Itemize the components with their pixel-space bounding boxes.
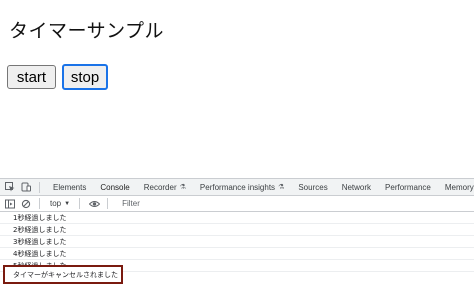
context-selector-label: top	[50, 199, 62, 208]
context-selector[interactable]: top ▼	[46, 199, 74, 208]
console-messages: 1秒経過しました2秒経過しました3秒経過しました4秒経過しました5秒経過しました	[0, 212, 474, 272]
tab-label: Performance insights	[199, 182, 276, 192]
tab-performance-insights[interactable]: Performance insights ⚗	[193, 179, 291, 195]
console-log-row: 2秒経過しました	[0, 224, 474, 236]
inspect-element-icon[interactable]	[2, 179, 18, 195]
tab-label: Elements	[53, 182, 87, 192]
console-log-row: 1秒経過しました	[0, 212, 474, 224]
console-log-row: 4秒経過しました	[0, 248, 474, 260]
console-toolbar: top ▼ Filter	[0, 196, 474, 212]
toolbar-divider	[39, 181, 40, 193]
stop-button[interactable]: stop	[62, 64, 108, 90]
start-button[interactable]: start	[7, 65, 56, 89]
tab-recorder[interactable]: Recorder ⚗	[137, 179, 193, 195]
tab-label: Recorder	[143, 182, 177, 192]
tab-sources[interactable]: Sources	[291, 179, 334, 195]
sidebar-toggle-icon[interactable]	[2, 196, 18, 212]
tab-label: Memory	[444, 182, 474, 192]
tab-label: Performance	[385, 182, 431, 192]
filter-input[interactable]: Filter	[118, 197, 474, 211]
eye-icon[interactable]	[86, 196, 102, 212]
tab-label: Console	[100, 182, 130, 192]
device-toolbar-icon[interactable]	[18, 179, 34, 195]
page-title: タイマーサンプル	[9, 20, 165, 42]
toolbar-divider	[39, 198, 40, 209]
tab-elements[interactable]: Elements	[46, 179, 93, 195]
tab-network[interactable]: Network	[335, 179, 378, 195]
chevron-down-icon: ▼	[64, 200, 71, 207]
tab-performance[interactable]: Performance	[378, 179, 438, 195]
tab-console[interactable]: Console	[93, 179, 138, 195]
toolbar-divider	[79, 198, 81, 209]
cancel-message: タイマーがキャンセルされました	[3, 265, 123, 284]
clear-console-icon[interactable]	[18, 196, 34, 212]
console-log-row: 3秒経過しました	[0, 236, 474, 248]
experiment-icon: ⚗	[179, 184, 186, 191]
devtools-tabs: Elements Console Recorder ⚗ Performance insi…	[46, 179, 474, 195]
tab-memory[interactable]: Memory	[438, 179, 474, 195]
tab-label: Sources	[298, 182, 328, 192]
tab-label: Network	[341, 182, 372, 192]
toolbar-divider	[107, 198, 109, 209]
devtools-tab-bar: Elements Console Recorder ⚗ Performance insi…	[0, 179, 474, 196]
experiment-icon: ⚗	[278, 184, 285, 191]
